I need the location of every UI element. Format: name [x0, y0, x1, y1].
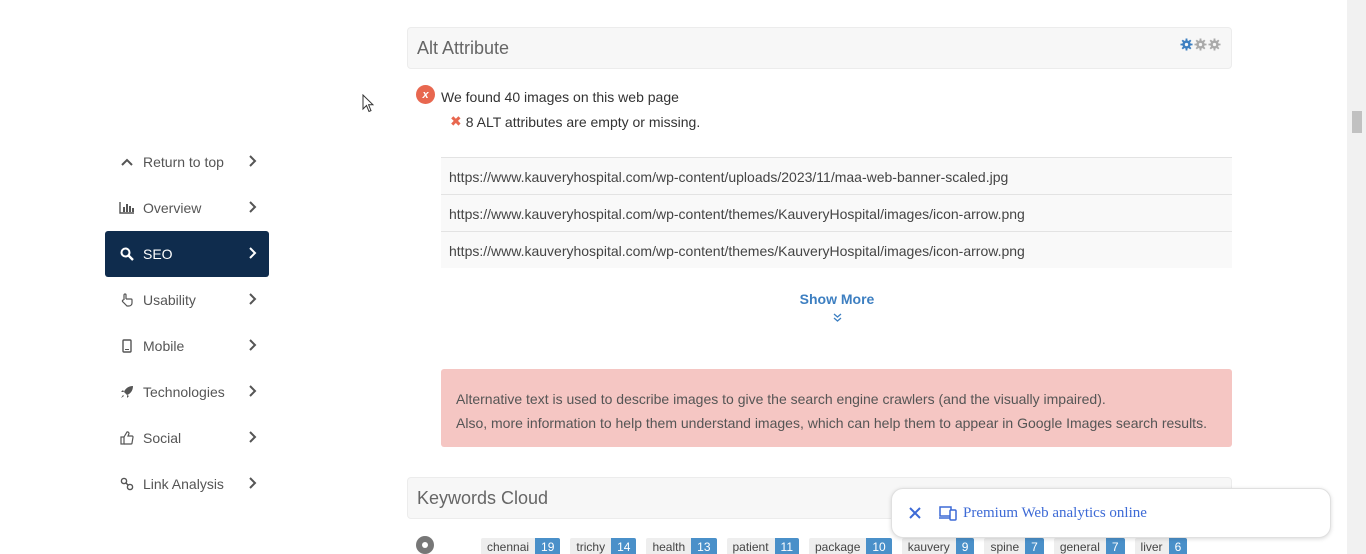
premium-toast: Premium Web analytics online [891, 488, 1331, 538]
keyword-count: 10 [866, 538, 892, 554]
keyword-tag: spine 7 [984, 538, 1044, 554]
keyword-count: 13 [691, 538, 717, 554]
sidebar-item-technologies[interactable]: Technologies [105, 369, 269, 415]
thumbs-up-icon [119, 430, 135, 446]
alt-info-alert: Alternative text is used to describe ima… [441, 369, 1232, 447]
sidebar-item-label: Mobile [143, 338, 185, 354]
keyword-word: chennai [487, 540, 530, 554]
keyword-count: 14 [611, 538, 637, 554]
keyword-count: 7 [1105, 538, 1125, 554]
sidebar-item-return-to-top[interactable]: Return to top [105, 139, 269, 185]
sidebar-item-overview[interactable]: Overview [105, 185, 269, 231]
show-more-button[interactable]: Show More [777, 291, 897, 325]
info-circle-icon [416, 536, 434, 554]
sidebar-item-link-analysis[interactable]: Link Analysis [105, 461, 269, 507]
sidebar-item-social[interactable]: Social [105, 415, 269, 461]
keyword-count: 7 [1025, 538, 1044, 554]
keyword-word: trichy [576, 540, 606, 554]
bar-chart-icon [119, 200, 135, 216]
scrollbar-thumb[interactable] [1352, 111, 1362, 133]
keyword-word: spine [990, 540, 1020, 554]
chevron-right-icon [249, 292, 257, 308]
chevron-right-icon [249, 246, 257, 262]
keyword-word: liver [1140, 540, 1163, 554]
keyword-word: package [815, 540, 861, 554]
alert-line: Alternative text is used to describe ima… [456, 391, 1106, 407]
keyword-tag: chennai 19 [481, 538, 561, 554]
link-icon [119, 476, 135, 492]
keyword-count: 19 [535, 538, 561, 554]
keyword-tag: kauvery 9 [901, 538, 975, 554]
keyword-tag: health 13 [646, 538, 717, 554]
page: Return to top Overview SEO Usability Mob… [0, 0, 1366, 554]
chevron-right-icon [249, 338, 257, 354]
mouse-cursor-icon [362, 94, 374, 113]
alt-attribute-header: Alt Attribute [407, 27, 1232, 69]
chevron-right-icon [249, 476, 257, 492]
gear-icon [1194, 38, 1207, 51]
keyword-count: 9 [955, 538, 975, 554]
show-more-label: Show More [799, 291, 875, 307]
keyword-tag: trichy 14 [570, 538, 637, 554]
keyword-tag: liver 6 [1134, 538, 1188, 554]
pointer-hand-icon [119, 292, 135, 308]
keyword-count: 11 [774, 538, 799, 554]
devices-icon [939, 506, 957, 521]
sidebar-nav: Return to top Overview SEO Usability Mob… [105, 139, 269, 507]
image-url-list: https://www.kauveryhospital.com/wp-conte… [441, 157, 1232, 268]
keyword-word: kauvery [907, 540, 950, 554]
missing-alt-label: 8 ALT attributes are empty or missing. [465, 113, 701, 130]
rocket-icon [119, 384, 135, 400]
premium-link[interactable]: Premium Web analytics online [963, 505, 1147, 522]
cross-icon: ✖ [450, 113, 462, 129]
search-icon [119, 246, 135, 262]
keyword-count: 6 [1168, 538, 1188, 554]
sidebar-item-mobile[interactable]: Mobile [105, 323, 269, 369]
mobile-icon [119, 338, 135, 354]
sidebar-item-label: Technologies [143, 384, 225, 400]
sidebar-item-label: Link Analysis [143, 476, 224, 492]
chevron-right-icon [249, 154, 257, 170]
close-icon[interactable] [905, 503, 925, 523]
section-title: Keywords Cloud [417, 488, 549, 508]
sidebar-item-label: SEO [143, 246, 173, 262]
list-item: https://www.kauveryhospital.com/wp-conte… [441, 194, 1232, 231]
keyword-word: health [652, 540, 686, 554]
error-icon: x [416, 85, 435, 104]
chevron-right-icon [249, 430, 257, 446]
keyword-tag: patient 11 [726, 538, 799, 554]
section-title: Alt Attribute [417, 38, 510, 58]
list-item: https://www.kauveryhospital.com/wp-conte… [441, 231, 1232, 268]
chevron-right-icon [249, 200, 257, 216]
sidebar-item-seo[interactable]: SEO [105, 231, 269, 277]
missing-alt-text: ✖ 8 ALT attributes are empty or missing. [450, 113, 700, 130]
gear-icon [1180, 38, 1193, 51]
settings-gears[interactable] [1180, 38, 1221, 51]
images-found-text: We found 40 images on this web page [441, 89, 679, 105]
keyword-word: general [1059, 540, 1100, 554]
sidebar-item-label: Overview [143, 200, 202, 216]
keyword-tag: general 7 [1053, 538, 1125, 554]
sidebar-item-label: Usability [143, 292, 196, 308]
gear-icon [1208, 38, 1221, 51]
sidebar-item-label: Return to top [143, 154, 224, 170]
keyword-tag: package 10 [809, 538, 892, 554]
sidebar-item-usability[interactable]: Usability [105, 277, 269, 323]
keywords-cloud: chennai 19 trichy 14 health 13 patient 11 pa… [481, 538, 1188, 554]
double-chevron-down-icon [777, 313, 897, 325]
scrollbar[interactable] [1347, 0, 1366, 554]
list-item: https://www.kauveryhospital.com/wp-conte… [441, 157, 1232, 194]
chevron-up-icon [119, 154, 135, 170]
chevron-right-icon [249, 384, 257, 400]
keyword-word: patient [732, 540, 769, 554]
alert-line: Also, more information to help them unde… [456, 415, 1207, 431]
sidebar-item-label: Social [143, 430, 182, 446]
